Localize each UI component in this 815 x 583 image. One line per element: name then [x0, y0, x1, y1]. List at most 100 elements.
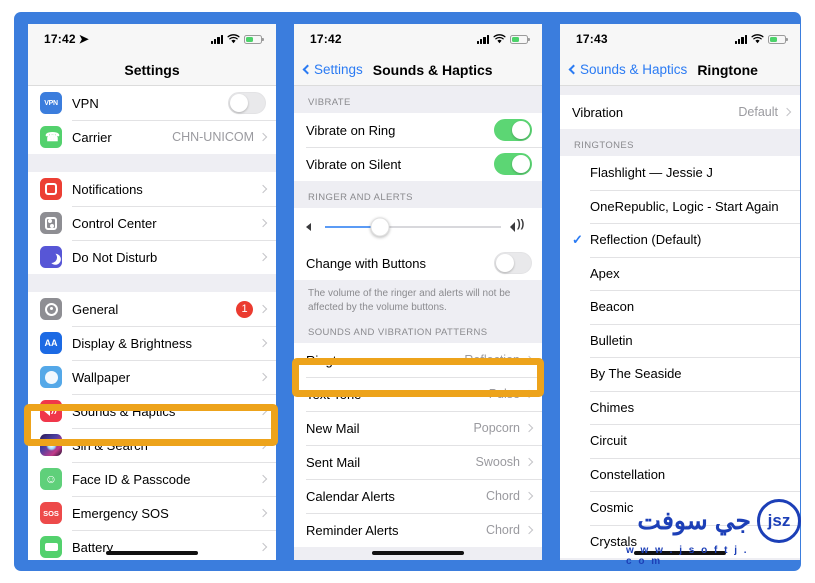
list-gap: [560, 86, 800, 95]
siri-search-icon: [40, 434, 62, 456]
ringtone-label: Chimes: [590, 399, 635, 415]
ringtone-label: Beacon: [590, 299, 635, 315]
ringtone-item-chimes[interactable]: Chimes: [560, 390, 800, 424]
ringer-footnote: The volume of the ringer and alerts will…: [294, 280, 542, 316]
settings-row-control-center[interactable]: Control Center: [28, 206, 276, 240]
settings-row-label: General: [72, 301, 119, 317]
ringtone-item-flashlight[interactable]: Flashlight — Jessie J: [560, 156, 800, 190]
settings-row-general[interactable]: General 1: [28, 292, 276, 326]
ringtone-item-apex[interactable]: Apex: [560, 256, 800, 290]
chevron-right-icon: [524, 423, 534, 433]
ringtone-item-constellation[interactable]: Constellation: [560, 457, 800, 491]
back-button-sounds-haptics[interactable]: Sounds & Haptics: [568, 62, 688, 77]
status-time-3: 17:43: [576, 32, 608, 46]
wifi-icon: [227, 34, 240, 44]
sounds-haptics-icon: [40, 400, 62, 422]
vibrate-on-silent-toggle[interactable]: [494, 153, 532, 175]
settings-group-system: General 1 AA Display & Brightness Wallpa…: [28, 292, 276, 560]
back-button-label: Sounds & Haptics: [580, 62, 688, 77]
status-time-text-1: 17:42: [44, 32, 76, 46]
settings-row-label: Carrier: [72, 129, 112, 145]
page-title-sounds-haptics: Sounds & Haptics: [372, 61, 493, 78]
row-value: Default: [738, 105, 778, 119]
section-header-vibrate: VIBRATE: [294, 86, 542, 113]
status-bar-3: 17:43: [560, 24, 800, 54]
settings-list[interactable]: VPN VPN ☎ Carrier CHN-UNICOM Notificatio…: [28, 86, 276, 560]
location-arrow-icon: ➤: [78, 32, 89, 46]
row-vibrate-on-silent[interactable]: Vibrate on Silent: [294, 147, 542, 181]
vibrate-on-ring-toggle[interactable]: [494, 119, 532, 141]
section-header-sounds-patterns: SOUNDS AND VIBRATION PATTERNS: [294, 316, 542, 343]
row-value: Popcorn: [473, 421, 520, 435]
settings-row-display-brightness[interactable]: AA Display & Brightness: [28, 326, 276, 360]
settings-row-vpn[interactable]: VPN VPN: [28, 86, 276, 120]
change-with-buttons-toggle[interactable]: [494, 252, 532, 274]
ringtone-item-bulletin[interactable]: Bulletin: [560, 323, 800, 357]
row-text-tone[interactable]: Text Tone Pulse: [294, 377, 542, 411]
settings-row-siri-search[interactable]: Siri & Search: [28, 428, 276, 462]
row-new-mail[interactable]: New Mail Popcorn: [294, 411, 542, 445]
screenshot-root: 17:42 ➤ Settings VPN VPN ☎ Carrier CHN-U…: [0, 0, 815, 583]
notifications-icon: [40, 178, 62, 200]
settings-row-label: Emergency SOS: [72, 505, 169, 521]
row-vibration[interactable]: Vibration Default: [560, 95, 800, 129]
row-ringtone[interactable]: Ringtone Reflection: [294, 343, 542, 377]
row-vibrate-on-ring[interactable]: Vibrate on Ring: [294, 113, 542, 147]
ringtone-label: Apex: [590, 265, 620, 281]
row-sent-mail[interactable]: Sent Mail Swoosh: [294, 445, 542, 479]
list-gap: [28, 274, 276, 292]
slider-knob[interactable]: [370, 217, 390, 237]
row-label: Reminder Alerts: [306, 522, 399, 538]
home-indicator: [372, 551, 464, 555]
ringtone-item-circuit[interactable]: Circuit: [560, 424, 800, 458]
row-value: Chord: [485, 523, 520, 537]
status-time-text-3: 17:43: [576, 32, 608, 46]
ringtone-item-cosmic[interactable]: Cosmic: [560, 491, 800, 525]
status-badge: 1: [236, 300, 253, 318]
settings-row-wallpaper[interactable]: Wallpaper: [28, 360, 276, 394]
row-label: Ringtone: [306, 352, 359, 368]
page-title-ringtone: Ringtone: [697, 61, 758, 78]
nav-bar-settings: Settings: [28, 54, 276, 86]
ringtone-item-by-the-seaside[interactable]: By The Seaside: [560, 357, 800, 391]
chevron-right-icon: [524, 457, 534, 467]
list-gap: [28, 154, 276, 172]
ringer-volume-slider[interactable]: [325, 217, 501, 237]
settings-row-label: Display & Brightness: [72, 335, 192, 351]
settings-row-sounds-haptics[interactable]: Sounds & Haptics: [28, 394, 276, 428]
settings-row-face-id[interactable]: ☺ Face ID & Passcode: [28, 462, 276, 496]
settings-row-notifications[interactable]: Notifications: [28, 172, 276, 206]
settings-row-do-not-disturb[interactable]: Do Not Disturb: [28, 240, 276, 274]
nav-bar-sounds-haptics: Settings Sounds & Haptics: [294, 54, 542, 86]
battery-charging-icon: [510, 34, 530, 44]
section-header-ringer-alerts: RINGER AND ALERTS: [294, 181, 542, 208]
settings-row-emergency-sos[interactable]: SOS Emergency SOS: [28, 496, 276, 530]
settings-row-battery[interactable]: Battery: [28, 530, 276, 560]
chevron-left-icon: [568, 64, 579, 75]
settings-row-carrier[interactable]: ☎ Carrier CHN-UNICOM: [28, 120, 276, 154]
vpn-icon: VPN: [40, 92, 62, 114]
vpn-toggle[interactable]: [228, 92, 266, 114]
ringer-volume-slider-row[interactable]: [294, 208, 542, 246]
back-button-settings[interactable]: Settings: [302, 62, 363, 77]
battery-charging-icon: [768, 34, 788, 44]
ringtone-item-beacon[interactable]: Beacon: [560, 290, 800, 324]
settings-row-label: Siri & Search: [72, 437, 148, 453]
chevron-right-icon: [258, 184, 268, 194]
ringtone-label: Crystals: [590, 533, 637, 549]
settings-row-label: VPN: [72, 95, 99, 111]
row-change-with-buttons[interactable]: Change with Buttons: [294, 246, 542, 280]
row-label: Sent Mail: [306, 454, 361, 470]
cellular-bars-icon: [476, 34, 489, 44]
wifi-icon: [493, 34, 506, 44]
ringtone-item-reflection[interactable]: ✓ Reflection (Default): [560, 223, 800, 257]
ringtone-list[interactable]: Vibration Default RINGTONES Flashlight —…: [560, 86, 800, 560]
chevron-right-icon: [524, 491, 534, 501]
page-title-settings: Settings: [124, 61, 180, 78]
row-reminder-alerts[interactable]: Reminder Alerts Chord: [294, 513, 542, 547]
status-bar-2: 17:42: [294, 24, 542, 54]
ringtone-item-onerepublic[interactable]: OneRepublic, Logic - Start Again: [560, 189, 800, 223]
status-icons-2: [476, 34, 530, 44]
row-calendar-alerts[interactable]: Calendar Alerts Chord: [294, 479, 542, 513]
sounds-haptics-list[interactable]: VIBRATE Vibrate on Ring Vibrate on Silen…: [294, 86, 542, 560]
